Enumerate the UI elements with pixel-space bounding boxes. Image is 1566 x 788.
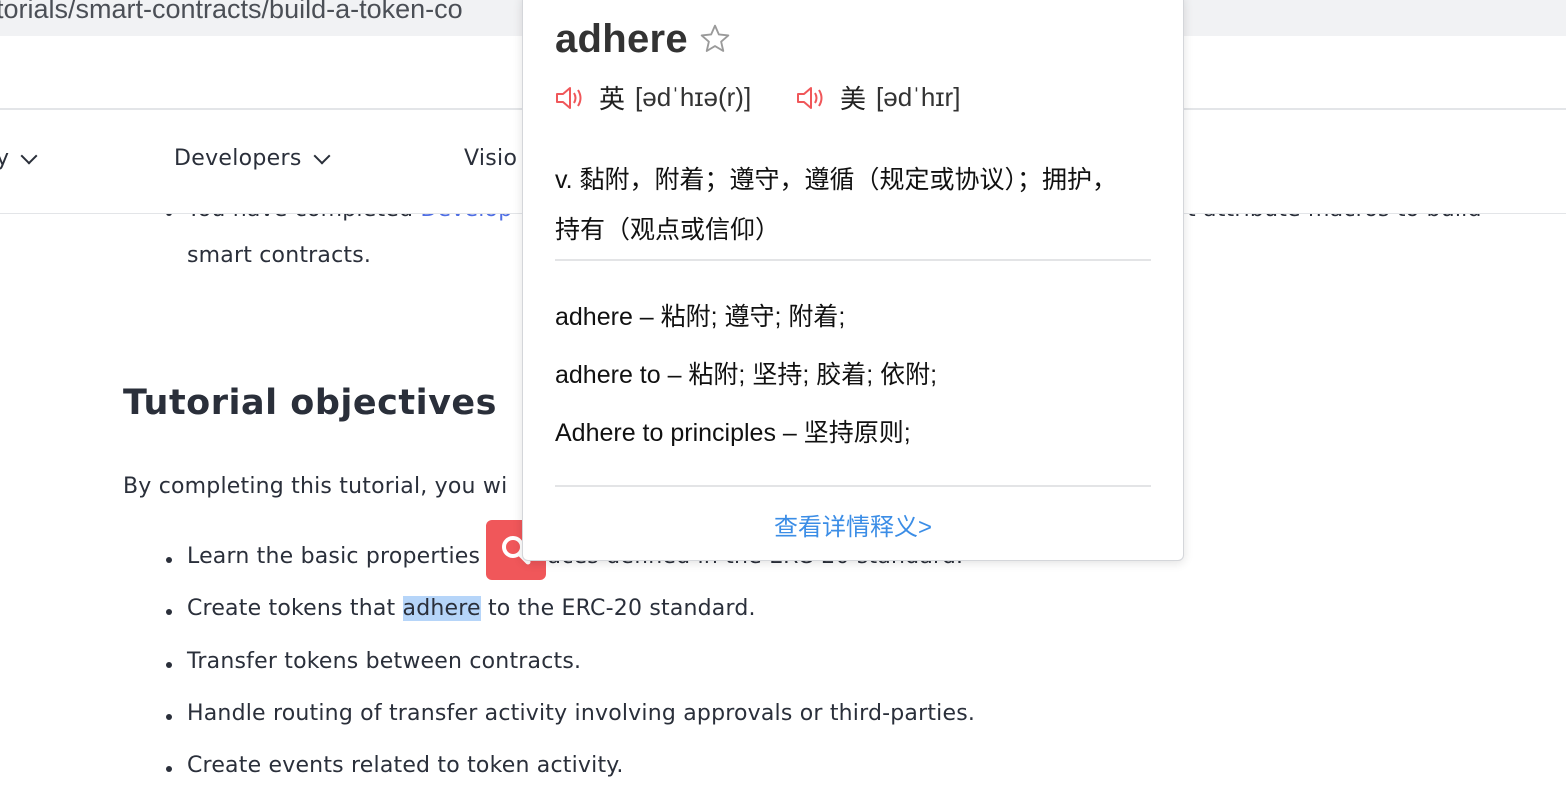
divider: [555, 485, 1151, 487]
nav-item-developers[interactable]: Developers: [174, 146, 331, 171]
nav-item-label: Developers: [174, 146, 302, 171]
divider: [555, 259, 1151, 261]
us-label: 美: [840, 84, 867, 114]
phrase-item: adhere – 粘附; 遵守; 附着;: [555, 303, 846, 331]
list-item-text-line2: smart contracts.: [187, 243, 372, 268]
us-ipa: [ədˈhɪr]: [876, 82, 961, 112]
pronunciation-uk: 英 [ədˈhɪə(r)]: [555, 79, 751, 116]
selected-word[interactable]: adhere: [402, 596, 481, 621]
nav-item-label: y: [0, 146, 10, 171]
list-item-text: Learn the basic properties: [187, 544, 481, 569]
star-icon[interactable]: [699, 23, 731, 55]
uk-label: 英: [599, 84, 626, 114]
list-item: Create tokens that adhere to the ERC-20 …: [166, 596, 756, 621]
section-heading: Tutorial objectives: [123, 383, 497, 423]
uk-ipa: [ədˈhɪə(r)]: [635, 82, 752, 112]
chevron-down-icon: [313, 147, 331, 164]
nav-item-label: Visio: [464, 146, 518, 171]
chevron-down-icon: [20, 147, 38, 164]
speaker-icon[interactable]: [796, 85, 828, 111]
list-item: Transfer tokens between contracts.: [165, 649, 582, 674]
list-item-text: Create tokens that: [187, 596, 403, 621]
intro-text: By completing this tutorial, you wi: [123, 474, 508, 499]
nav-item-vision[interactable]: Visio: [464, 146, 517, 171]
list-item: Create events related to token activity.: [166, 753, 624, 778]
view-details-link[interactable]: 查看详情释义>: [523, 507, 1183, 542]
speaker-icon[interactable]: [555, 85, 587, 111]
pronunciation-us: 美 [ədˈhɪr]: [796, 79, 960, 116]
popup-word: adhere: [555, 17, 688, 61]
list-item: Handle routing of transfer activity invo…: [165, 701, 976, 726]
dictionary-popup: adhere 英 [ədˈhɪə(r)] 美 [ədˈhɪr] v. 黏附，附着…: [522, 0, 1184, 561]
list-item-text: to the ERC-20 standard.: [480, 596, 756, 621]
definition-text: v. 黏附，附着；遵守，遵循（规定或协议）；拥护，持有（观点或信仰）: [555, 166, 1118, 244]
phrase-item: adhere to – 粘附; 坚持; 胶着; 依附;: [555, 361, 938, 389]
nav-item-partial[interactable]: y: [0, 146, 38, 171]
phrase-item: Adhere to principles – 坚持原则;: [555, 419, 911, 447]
